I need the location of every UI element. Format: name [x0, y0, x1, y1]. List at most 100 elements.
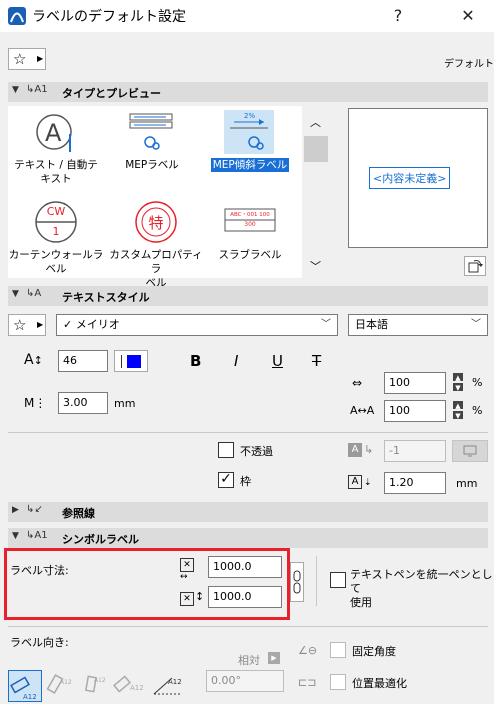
library-item-mep-slope[interactable]: MEP傾斜ラベル [208, 158, 292, 172]
language-select[interactable]: 日本語 ﹀ [348, 314, 488, 336]
frame-thickness-input[interactable]: 1.20 [384, 472, 446, 494]
curtain-wall-label-icon: CW 1 [34, 200, 78, 244]
chevron-down-icon: ﹀ [321, 319, 331, 330]
item-label: カーテンウォールラ [8, 249, 104, 261]
angle-input[interactable]: 0.00° [206, 670, 284, 692]
position-opt-checkbox[interactable] [330, 674, 346, 690]
height-arrow-icon: ↕ [195, 590, 205, 603]
section-title: シンボルラベル [62, 533, 139, 546]
star-icon: ☆ [13, 316, 27, 334]
pen-separator [121, 355, 122, 368]
pen-color-swatch [127, 355, 141, 368]
width-factor-spinner[interactable]: ▲ ▼ [452, 372, 464, 392]
frame-thickness-icon: A [348, 475, 362, 489]
item-label: ベル [45, 263, 67, 275]
slab-label-icon: ABC・001 100 300 [224, 208, 276, 234]
width-factor-input[interactable]: 100 [384, 372, 446, 394]
orientation-horizontal-button[interactable]: A12 [8, 670, 42, 702]
opaque-checkbox[interactable] [218, 442, 234, 458]
item-label: スラブラベル [218, 249, 282, 261]
symbol-label-icon: ↳A1 [26, 530, 48, 541]
rotate-preview-button[interactable] [464, 256, 486, 276]
position-opt-icon: ⊏⊐ [298, 676, 317, 689]
chain-link-icon [293, 570, 301, 594]
percent-unit: % [472, 376, 483, 389]
unify-pen-checkbox[interactable] [330, 572, 346, 588]
collapse-arrow-icon: ▼ [12, 85, 19, 95]
text-pen-button[interactable] [114, 350, 148, 372]
thickness-arrow-icon: ⇣ [364, 478, 372, 488]
divider [316, 556, 317, 606]
fixed-angle-icon: ∠⊖ [298, 644, 318, 657]
section-type-preview[interactable]: ▼ ↳A1 タイプとプレビュー [8, 82, 488, 102]
pen-color-button[interactable] [452, 440, 488, 462]
svg-text:A12: A12 [168, 678, 182, 686]
favorites-button[interactable]: ☆ ▶ [8, 48, 46, 70]
library-item-curtain-wall[interactable]: カーテンウォールラ ベル [8, 248, 104, 276]
library-item-text[interactable]: テキスト / 自動テ キスト [8, 158, 104, 186]
library-scrollbar[interactable]: ︿ ﹀ [304, 106, 328, 278]
spacing-factor-input[interactable]: 100 [384, 400, 446, 422]
font-value: メイリオ [75, 318, 120, 331]
width-factor-icon: ⇔ [352, 376, 363, 390]
orientation-rotated-button[interactable]: A12 [44, 670, 78, 702]
section-symbol-label[interactable]: ▼ ↳A1 シンボルラベル [8, 528, 488, 548]
orientation-angle-button[interactable]: A12 [150, 670, 184, 702]
relative-label: 相対 [238, 654, 260, 667]
expand-arrow-icon: ▶ [12, 505, 19, 515]
section-text-style[interactable]: ▼ ↳A テキストスタイル [8, 286, 488, 306]
library-item-custom-property[interactable]: カスタムプロパティラ ベル [108, 248, 204, 290]
orientation-vertical-button[interactable]: A12 [80, 670, 110, 702]
triangle-right-icon: ▶ [37, 54, 44, 63]
library-item-list[interactable]: A テキスト / 自動テ キスト MEPラベル 2% MEP傾斜ラベル CW 1… [8, 106, 302, 289]
strikethrough-button[interactable]: T [312, 352, 321, 370]
relative-dropdown-icon[interactable]: ▶ [268, 652, 280, 664]
label-width-input[interactable]: 1000.0 [208, 556, 282, 578]
section-leader[interactable]: ▶ ↳↙ 参照線 [8, 502, 488, 522]
unify-pen-label: テキストペンを統一ペンとして 使用 [350, 568, 494, 610]
chevron-down-icon[interactable]: ﹀ [310, 258, 321, 274]
collapse-arrow-icon: ▼ [12, 289, 19, 299]
text-style-icon: ↳A [26, 288, 42, 299]
label-orientation-label: ラベル向き: [10, 636, 69, 649]
fixed-angle-checkbox[interactable] [330, 642, 346, 658]
text-autotext-icon: A [34, 110, 78, 154]
orientation-angle-icon: A12 [153, 677, 182, 695]
svg-text:A: A [45, 119, 62, 147]
spacing-factor-icon: A↔A [350, 404, 375, 417]
spacing-factor-spinner[interactable]: ▲ ▼ [452, 400, 464, 420]
fixed-angle-label: 固定角度 [352, 645, 396, 658]
italic-button[interactable]: I [234, 352, 238, 370]
help-button[interactable]: ? [378, 4, 418, 28]
rotate-icon [468, 260, 483, 273]
library-item-slab[interactable]: スラブラベル [202, 248, 298, 262]
frame-offset-input[interactable]: 3.00 [58, 392, 108, 414]
link-proportions-button[interactable] [290, 562, 304, 602]
label-type-icon: ↳A1 [26, 84, 48, 95]
unify-pen-line: テキストペンを統一ペンとして [350, 568, 493, 595]
section-title: タイプとプレビュー [62, 87, 161, 100]
mep-slope-label-icon: 2% [224, 110, 274, 154]
chevron-up-icon[interactable]: ︿ [310, 114, 321, 130]
tag-text: ABC・001 100 [230, 212, 270, 218]
font-size-input[interactable]: 46 [58, 350, 108, 372]
scrollbar-thumb[interactable] [304, 136, 328, 162]
library-item-mep[interactable]: MEPラベル [104, 158, 200, 172]
font-select[interactable]: ✓ メイリオ ﹀ [56, 314, 338, 336]
text-favorites-button[interactable]: ☆ ▶ [8, 314, 46, 336]
window-title: ラベルのデフォルト設定 [32, 9, 186, 25]
bold-button[interactable]: B [190, 352, 201, 370]
mm-unit: mm [114, 397, 136, 410]
label-height-input[interactable]: 1000.0 [208, 586, 282, 608]
frame-checkbox[interactable]: ✓ [218, 472, 234, 488]
frame-label: 枠 [240, 475, 251, 488]
pen-input[interactable]: -1 [384, 440, 446, 462]
close-button[interactable]: ✕ [448, 4, 488, 28]
svg-text:A12: A12 [94, 677, 106, 684]
underline-button[interactable]: U [272, 352, 283, 370]
svg-text:A12: A12 [130, 684, 144, 692]
orientation-readable-button[interactable]: A12 [112, 670, 148, 702]
section-title: 参照線 [62, 507, 95, 520]
checkmark-icon: ✓ [63, 318, 73, 331]
pen-weight-icon: ↳ [364, 443, 374, 456]
